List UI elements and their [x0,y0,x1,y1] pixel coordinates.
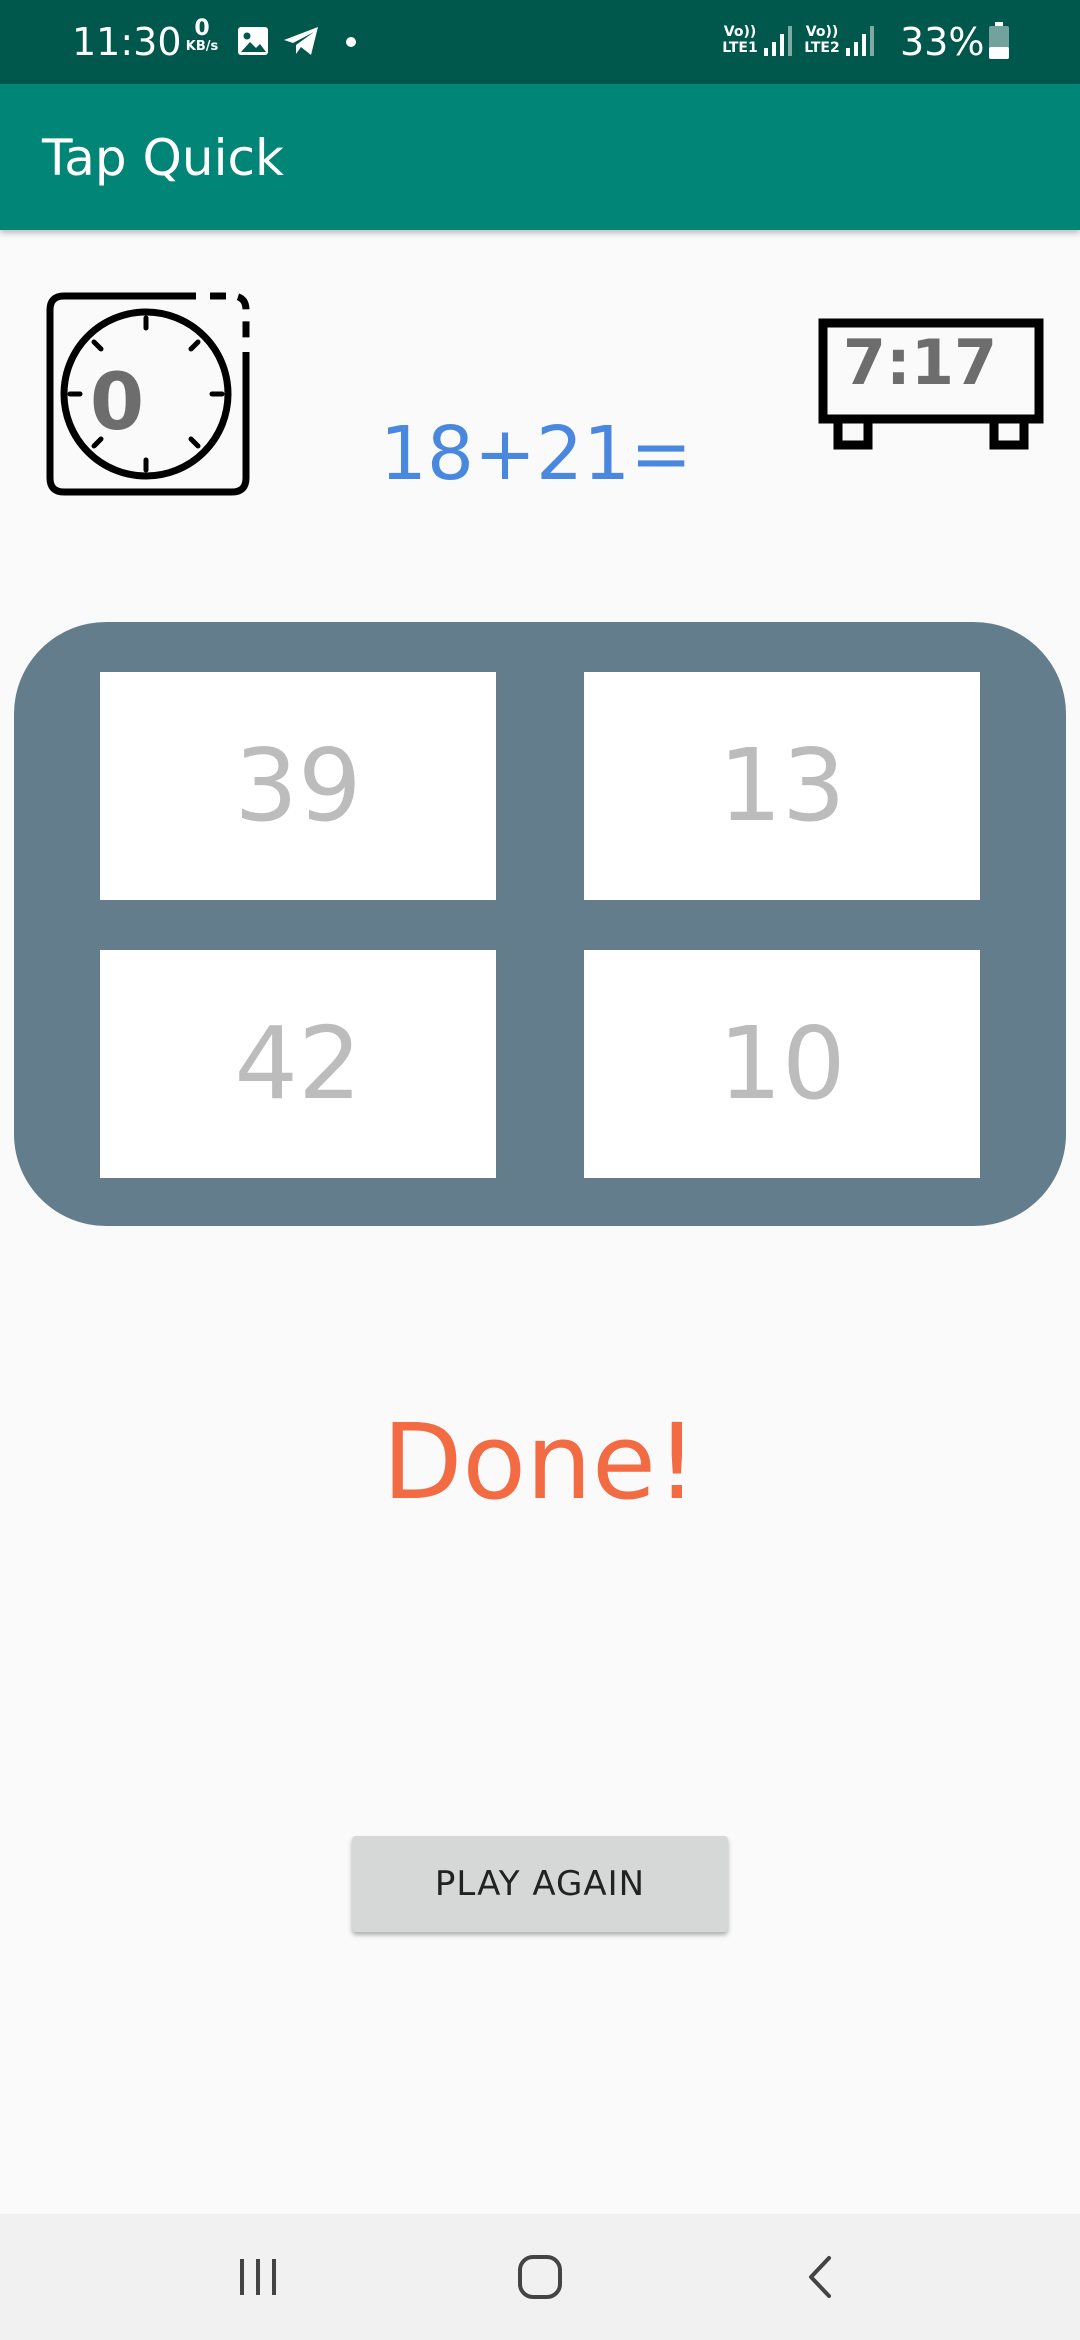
question-text: 18+21= [379,411,693,497]
gallery-icon [236,24,270,62]
sim1-label: Vo)) LTE1 [720,24,760,56]
status-time: 11:30 [72,20,182,64]
timer-value: 7:17 [842,326,998,399]
sim1-label-bottom: LTE1 [722,40,758,56]
status-bar: 11:30 0 KB/s Vo)) LTE1 Vo)) LTE2 33% [0,0,1080,84]
app-bar: Tap Quick [0,84,1080,230]
battery-percent: 33% [900,20,985,64]
recent-apps-icon[interactable] [178,2214,338,2340]
notification-dot-icon [346,37,356,47]
signal-icon [762,24,796,62]
answer-label: 13 [718,727,846,844]
sim2-label-top: Vo)) [805,24,839,40]
answer-label: 42 [234,1005,362,1122]
score-value: 0 [89,358,145,448]
navigation-bar [0,2214,1080,2340]
result-text: Done! [382,1401,698,1523]
answer-button-3[interactable]: 42 [100,950,496,1178]
answer-label: 10 [718,1005,846,1122]
telegram-icon [282,24,322,62]
battery-icon [988,22,1010,64]
answer-button-2[interactable]: 13 [584,672,980,900]
signal-icon [844,24,878,62]
play-again-button[interactable]: PLAY AGAIN [352,1836,728,1932]
home-icon[interactable] [460,2214,620,2340]
back-icon[interactable] [740,2214,900,2340]
answer-button-4[interactable]: 10 [584,950,980,1178]
answer-button-1[interactable]: 39 [100,672,496,900]
network-speed: 0 KB/s [180,16,224,56]
network-speed-value: 0 [194,16,210,41]
sim2-label-bottom: LTE2 [804,40,840,56]
network-speed-unit: KB/s [185,39,219,54]
app-title: Tap Quick [42,129,284,187]
answer-label: 39 [234,727,362,844]
sim1-label-top: Vo)) [723,24,757,40]
sim2-label: Vo)) LTE2 [802,24,842,56]
